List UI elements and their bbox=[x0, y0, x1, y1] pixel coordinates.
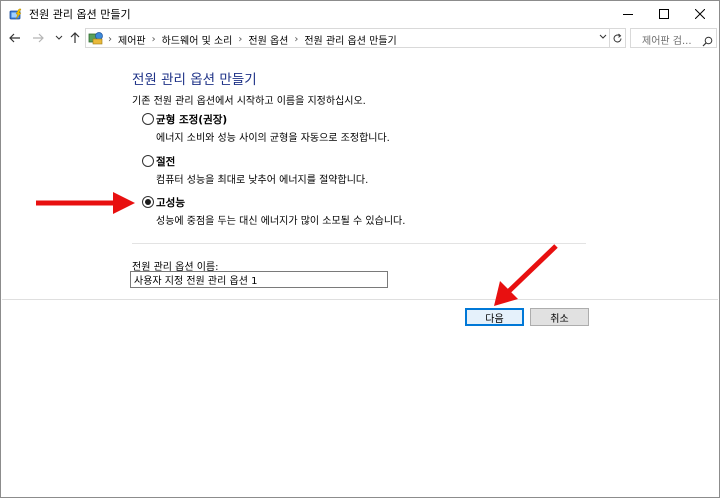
annotation-arrow-high-performance bbox=[36, 192, 135, 214]
breadcrumb-control-panel[interactable]: 제어판 bbox=[118, 32, 146, 47]
plan-radio-balanced[interactable] bbox=[142, 113, 154, 125]
arrow-right-icon bbox=[33, 33, 44, 43]
minimize-button[interactable] bbox=[612, 1, 644, 26]
annotation-arrow-next-button bbox=[494, 244, 558, 306]
next-button[interactable]: 다음 bbox=[465, 308, 524, 326]
window-title: 전원 관리 옵션 만들기 bbox=[29, 8, 131, 21]
address-dropdown-button[interactable] bbox=[597, 28, 609, 46]
search-icon[interactable] bbox=[702, 32, 713, 51]
plan-radio-high-performance[interactable] bbox=[142, 196, 154, 208]
breadcrumb-separator-icon: › bbox=[108, 34, 112, 45]
recent-locations-button[interactable] bbox=[51, 29, 67, 47]
plan-name-high-performance[interactable]: 고성능 bbox=[156, 195, 185, 210]
plan-description-high-performance: 성능에 중점을 두는 대신 에너지가 많이 소모될 수 있습니다. bbox=[156, 216, 406, 227]
plan-description-balanced: 에너지 소비와 성능 사이의 균형을 자동으로 조정합니다. bbox=[156, 133, 390, 144]
title-bar: 전원 관리 옵션 만들기 bbox=[1, 1, 719, 26]
search-input[interactable]: 제어판 검... bbox=[630, 28, 717, 48]
annotation-arrows bbox=[36, 192, 558, 306]
breadcrumb-separator-icon: › bbox=[294, 34, 299, 45]
chevron-down-icon bbox=[599, 34, 607, 39]
search-placeholder: 제어판 검... bbox=[642, 36, 692, 47]
breadcrumb: › 제어판 › 하드웨어 및 소리 › 전원 옵션 › 전원 관리 옵션 만들기 bbox=[108, 32, 397, 47]
power-options-icon bbox=[8, 6, 24, 22]
plan-description-power-saver: 컴퓨터 성능을 최대로 낮추어 에너지를 절약합니다. bbox=[156, 175, 369, 186]
page-title: 전원 관리 옵션 만들기 bbox=[132, 72, 257, 88]
breadcrumb-create-power-plan[interactable]: 전원 관리 옵션 만들기 bbox=[304, 32, 396, 47]
create-power-plan-window: 전원 관리 옵션 만들기 › 제어판 › 하드웨어 및 소리 › 전원 옵션 ›… bbox=[0, 0, 720, 498]
footer-divider bbox=[2, 299, 718, 300]
plan-name-balanced[interactable]: 균형 조정(권장) bbox=[156, 112, 227, 127]
chevron-down-icon bbox=[55, 35, 63, 40]
arrow-up-icon bbox=[70, 32, 80, 43]
up-button[interactable] bbox=[67, 29, 83, 47]
back-button[interactable] bbox=[7, 29, 23, 47]
breadcrumb-separator-icon: › bbox=[238, 34, 243, 45]
refresh-icon bbox=[613, 33, 622, 42]
control-panel-icon bbox=[88, 30, 104, 46]
breadcrumb-hardware-sound[interactable]: 하드웨어 및 소리 bbox=[162, 32, 233, 47]
breadcrumb-separator-icon: › bbox=[151, 34, 156, 45]
breadcrumb-power-options[interactable]: 전원 옵션 bbox=[248, 32, 288, 47]
forward-button[interactable] bbox=[30, 29, 46, 47]
section-divider bbox=[132, 243, 586, 244]
arrow-left-icon bbox=[9, 33, 20, 43]
plan-radio-power-saver[interactable] bbox=[142, 155, 154, 167]
plan-name-input[interactable] bbox=[130, 271, 388, 288]
close-button[interactable] bbox=[684, 1, 716, 26]
address-bar[interactable]: › 제어판 › 하드웨어 및 소리 › 전원 옵션 › 전원 관리 옵션 만들기 bbox=[85, 28, 610, 48]
maximize-button[interactable] bbox=[648, 1, 680, 26]
refresh-button[interactable] bbox=[610, 28, 626, 48]
cancel-button[interactable]: 취소 bbox=[530, 308, 589, 326]
page-description: 기존 전원 관리 옵션에서 시작하고 이름을 지정하십시오. bbox=[132, 96, 366, 107]
plan-name-power-saver[interactable]: 절전 bbox=[156, 154, 175, 169]
